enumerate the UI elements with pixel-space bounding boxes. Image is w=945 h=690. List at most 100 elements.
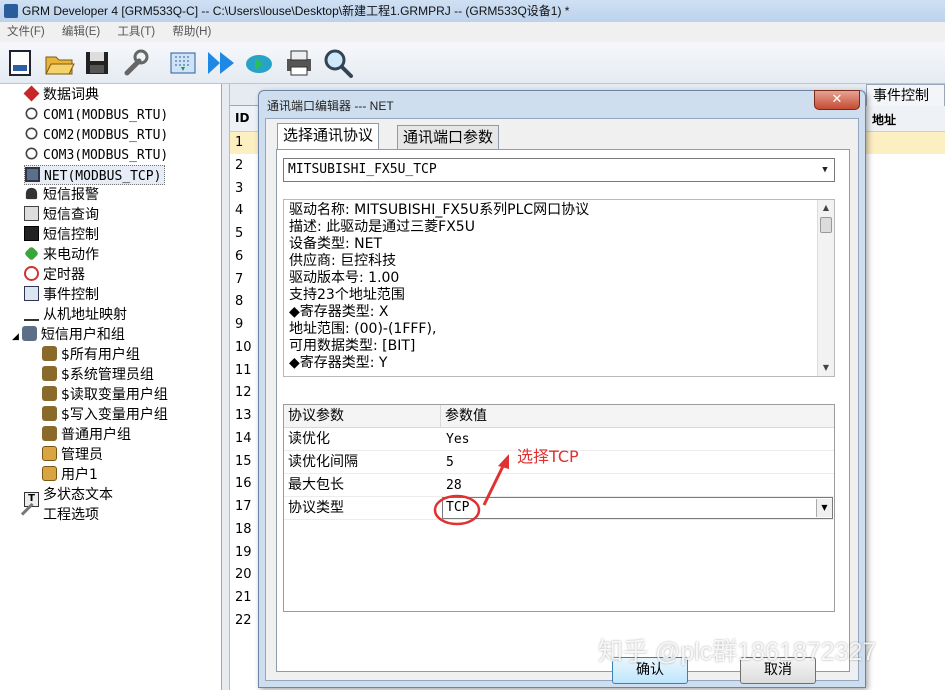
- collapse-icon[interactable]: ◢: [12, 332, 19, 342]
- save-icon[interactable]: [81, 47, 113, 79]
- user-icon: [42, 446, 57, 461]
- tool-icon: [20, 502, 43, 525]
- menubar: 文件(F) 编辑(E) 工具(T) 帮助(H): [0, 22, 945, 42]
- tree-item-data-dictionary[interactable]: 数据词典: [23, 85, 99, 105]
- tree-item-com3[interactable]: COM3(MODBUS_RTU): [23, 145, 168, 165]
- grid-row-id[interactable]: 21: [230, 587, 260, 609]
- tree-item-com1[interactable]: COM1(MODBUS_RTU): [23, 105, 168, 125]
- search-icon[interactable]: [322, 47, 354, 79]
- group-icon: [42, 426, 57, 441]
- menu-edit[interactable]: 编辑(E): [55, 22, 107, 42]
- grid-row-id[interactable]: 9: [230, 314, 260, 336]
- grid-row-id[interactable]: 7: [230, 269, 260, 291]
- tree-item-user1[interactable]: 用户1: [42, 465, 98, 485]
- tree-item-sms-query[interactable]: 短信查询: [24, 205, 99, 225]
- grid-row-id[interactable]: 16: [230, 473, 260, 495]
- grid-row-id[interactable]: 10: [230, 337, 260, 359]
- tree-item-sms-control[interactable]: 短信控制: [24, 225, 99, 245]
- grid-row-id[interactable]: 18: [230, 519, 260, 541]
- protocol-params-table: 协议参数 参数值 读优化 Yes 读优化间隔 5 最大包长 28 协议类型 TCP ▼: [283, 404, 835, 612]
- col-param-value: 参数值: [441, 405, 834, 428]
- tree-item-multistate-text[interactable]: T 多状态文本: [24, 485, 113, 507]
- protocol-value: MITSUBISHI_FX5U_TCP: [288, 162, 437, 177]
- print-icon[interactable]: [283, 47, 315, 79]
- tree-item-write-group[interactable]: $写入变量用户组: [42, 405, 168, 425]
- link-icon: [23, 105, 40, 122]
- desc-line: 地址范围: (00)-(1FFF),: [289, 321, 437, 337]
- link-icon: [23, 125, 40, 142]
- tree-item-project-options[interactable]: 工程选项: [20, 502, 99, 525]
- col-id[interactable]: ID: [235, 111, 249, 125]
- grid-row-id[interactable]: 6: [230, 246, 260, 268]
- splitter[interactable]: [222, 84, 230, 690]
- query-icon: [24, 206, 39, 221]
- wrench-icon[interactable]: [119, 47, 151, 79]
- menu-file[interactable]: 文件(F): [0, 22, 52, 42]
- param-row[interactable]: 最大包长 28: [284, 474, 834, 497]
- grid-row-id[interactable]: 14: [230, 428, 260, 450]
- tree-item-sms-users[interactable]: ◢ 短信用户和组: [12, 325, 125, 345]
- grid-row-id[interactable]: 22: [230, 610, 260, 632]
- grid-row-id[interactable]: 19: [230, 542, 260, 564]
- menu-help[interactable]: 帮助(H): [165, 22, 218, 42]
- tree-item-timer[interactable]: 定时器: [24, 265, 85, 285]
- run-arrow-icon[interactable]: [205, 47, 237, 79]
- toolbar: [0, 42, 945, 84]
- tree-item-admin-group[interactable]: $系统管理员组: [42, 365, 154, 385]
- param-row-protocol-type[interactable]: 协议类型 TCP ▼: [284, 497, 834, 520]
- dialog-body: 选择通讯协议 通讯端口参数 MITSUBISHI_FX5U_TCP ▼ 驱动名称…: [265, 118, 859, 684]
- scroll-down-icon[interactable]: ▼: [818, 360, 834, 376]
- protocol-type-select[interactable]: TCP ▼: [442, 497, 833, 519]
- grid-row-id[interactable]: 12: [230, 382, 260, 404]
- close-button[interactable]: ✕: [814, 90, 860, 110]
- grid-row-id[interactable]: 8: [230, 291, 260, 313]
- cmd-icon: [24, 226, 39, 241]
- protocol-select[interactable]: MITSUBISHI_FX5U_TCP ▼: [283, 158, 835, 182]
- user-icon: [42, 466, 57, 481]
- tree-item-net[interactable]: NET(MODBUS_TCP): [24, 165, 166, 185]
- tree-item-event-control[interactable]: 事件控制: [24, 285, 99, 305]
- grid-row-id[interactable]: 1: [230, 132, 260, 154]
- event-icon: [24, 286, 39, 301]
- tree-item-normal-group[interactable]: 普通用户组: [42, 425, 131, 445]
- description-scrollbar[interactable]: ▲ ▼: [817, 200, 834, 376]
- dialog-title: 通讯端口编辑器 --- NET: [267, 99, 394, 113]
- tree-item-call-action[interactable]: 来电动作: [24, 245, 99, 265]
- chevron-down-icon[interactable]: ▼: [816, 499, 832, 517]
- users-icon: [21, 326, 37, 341]
- tree-item-read-group[interactable]: $读取变量用户组: [42, 385, 168, 405]
- red-cube-icon: [23, 85, 40, 102]
- phone-icon: [24, 246, 39, 261]
- grid-row-id[interactable]: 17: [230, 496, 260, 518]
- tree-item-all-users-group[interactable]: $所有用户组: [42, 345, 140, 365]
- desc-line: 设备类型: NET: [289, 236, 383, 252]
- tab-port-params[interactable]: 通讯端口参数: [397, 125, 500, 149]
- scroll-thumb[interactable]: [820, 217, 832, 233]
- grid-row-id[interactable]: 20: [230, 564, 260, 586]
- chevron-down-icon[interactable]: ▼: [816, 159, 834, 181]
- download-icon[interactable]: [167, 47, 199, 79]
- cloud-sync-icon[interactable]: [243, 47, 275, 79]
- open-folder-icon[interactable]: [43, 47, 75, 79]
- grid-row-id[interactable]: 11: [230, 360, 260, 382]
- tree-item-com2[interactable]: COM2(MODBUS_RTU): [23, 125, 168, 145]
- grid-row-id[interactable]: 2: [230, 155, 260, 177]
- desc-line: 供应商: 巨控科技: [289, 253, 397, 269]
- grid-row-id[interactable]: 3: [230, 178, 260, 200]
- binary-icon: [24, 306, 39, 321]
- menu-tools[interactable]: 工具(T): [110, 22, 162, 42]
- scroll-up-icon[interactable]: ▲: [818, 200, 834, 216]
- tree-item-sms-alarm[interactable]: 短信报警: [24, 185, 99, 205]
- bell-icon: [25, 187, 38, 200]
- col-address[interactable]: 地址: [872, 111, 896, 128]
- grid-row-id[interactable]: 13: [230, 405, 260, 427]
- link-icon: [23, 145, 40, 162]
- tab-event-control[interactable]: 事件控制: [866, 84, 945, 106]
- tree-item-administrator[interactable]: 管理员: [42, 445, 103, 465]
- tab-select-protocol[interactable]: 选择通讯协议: [277, 123, 380, 149]
- new-icon[interactable]: [5, 47, 37, 79]
- grid-row-id[interactable]: 4: [230, 200, 260, 222]
- grid-row-id[interactable]: 15: [230, 451, 260, 473]
- grid-row-id[interactable]: 5: [230, 223, 260, 245]
- tree-item-slave-mapping[interactable]: 从机地址映射: [24, 305, 127, 325]
